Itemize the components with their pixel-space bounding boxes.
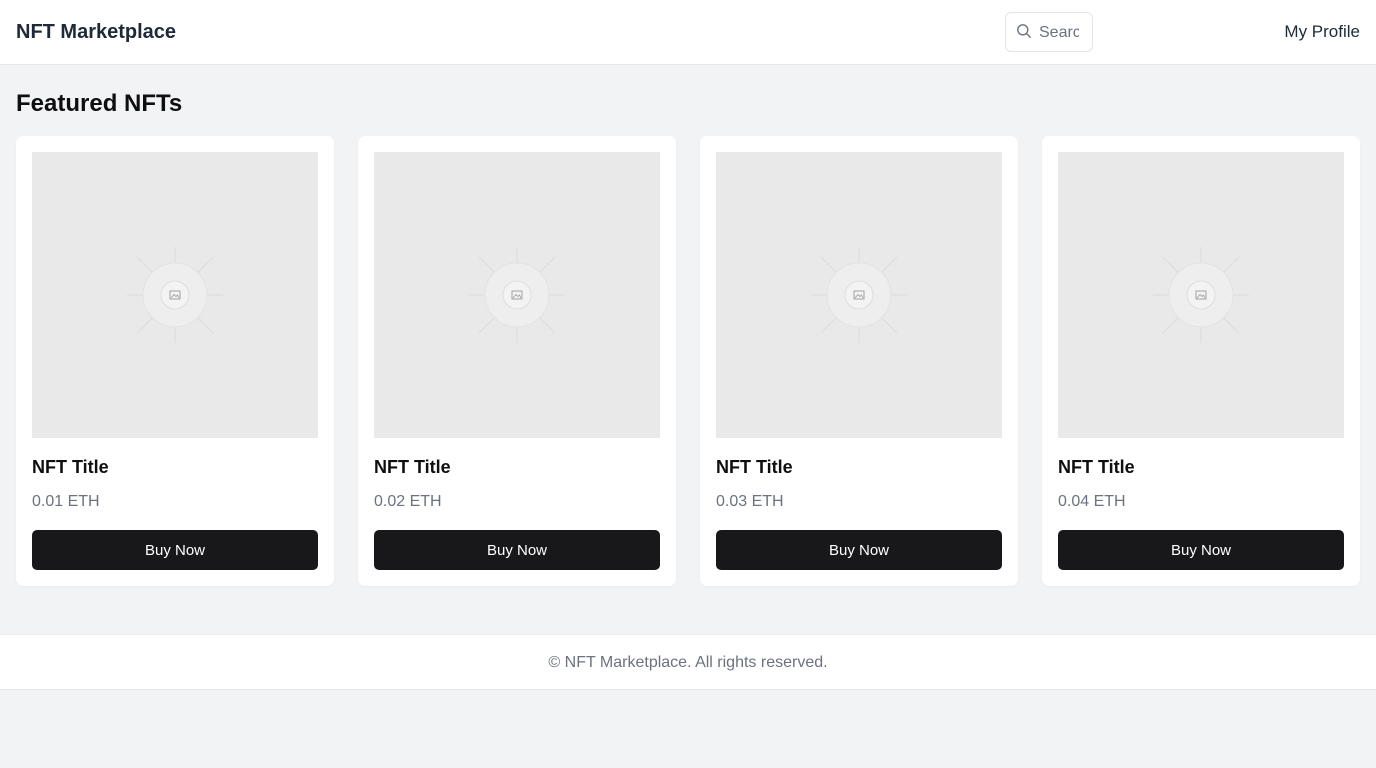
nft-card: NFT Title 0.01 ETH Buy Now [16, 136, 334, 586]
nft-price: 0.02 ETH [374, 493, 442, 510]
my-profile-link[interactable]: My Profile [1284, 22, 1360, 42]
nft-card: NFT Title 0.04 ETH Buy Now [1042, 136, 1360, 586]
buy-now-button[interactable]: Buy Now [374, 530, 660, 570]
image-placeholder-icon [811, 247, 907, 343]
nft-image-placeholder[interactable] [716, 152, 1002, 438]
section-title: Featured NFTs [16, 90, 183, 117]
nft-card: NFT Title 0.02 ETH Buy Now [358, 136, 676, 586]
nft-price: 0.03 ETH [716, 493, 784, 510]
image-placeholder-icon [1153, 247, 1249, 343]
nft-image-placeholder[interactable] [32, 152, 318, 438]
image-placeholder-icon [469, 247, 565, 343]
nft-image-placeholder[interactable] [374, 152, 660, 438]
buy-now-button[interactable]: Buy Now [1058, 530, 1344, 570]
nft-card: NFT Title 0.03 ETH Buy Now [700, 136, 1018, 586]
search-icon [1017, 24, 1031, 38]
buy-now-button[interactable]: Buy Now [32, 530, 318, 570]
top-header: NFT Marketplace My Profile [0, 0, 1376, 65]
nft-title: NFT Title [716, 457, 793, 477]
nft-title: NFT Title [32, 457, 109, 477]
brand-title[interactable]: NFT Marketplace [16, 19, 176, 45]
nft-title: NFT Title [1058, 457, 1135, 477]
search-input[interactable] [1039, 21, 1079, 45]
image-placeholder-icon [127, 247, 223, 343]
page-footer: © NFT Marketplace. All rights reserved. [0, 634, 1376, 690]
search-box[interactable] [1005, 12, 1093, 52]
nft-price: 0.01 ETH [32, 493, 100, 510]
nft-title: NFT Title [374, 457, 451, 477]
nft-image-placeholder[interactable] [1058, 152, 1344, 438]
nft-price: 0.04 ETH [1058, 493, 1126, 510]
footer-copyright: © NFT Marketplace. All rights reserved. [548, 654, 828, 671]
buy-now-button[interactable]: Buy Now [716, 530, 1002, 570]
nft-card-grid: NFT Title 0.01 ETH Buy Now NFT Title 0.0… [16, 136, 1360, 586]
